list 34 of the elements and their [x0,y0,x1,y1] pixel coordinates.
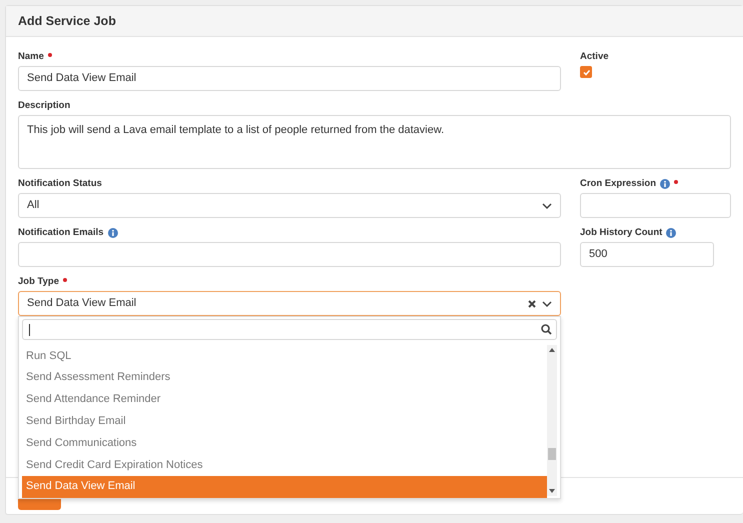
field-label: Description [18,98,70,113]
active-checkbox[interactable] [580,66,592,78]
check-icon [582,68,590,76]
description-field[interactable]: This job will send a Lava email template to a list of people returned from the dataview. [18,115,731,169]
dropdown-option[interactable]: Send Assessment Reminders [22,366,547,389]
name-field[interactable]: Send Data View Email [18,66,561,91]
dropdown-option[interactable]: Send Attendance Reminder [22,388,547,410]
scrollbar[interactable] [547,345,557,496]
field-label: Notification Emails [18,226,104,240]
search-icon [541,324,552,335]
status-select[interactable]: All [18,193,561,218]
card-title: Add Service Job [18,12,116,30]
scroll-up-icon [549,348,555,352]
chevron-icon [542,300,552,308]
cron-field[interactable] [580,193,731,218]
field-label: Name [18,50,44,64]
field-label: Active [580,50,609,64]
dropdown-option[interactable]: Send Birthday Email [22,410,547,432]
field-label: Job Type [18,274,59,289]
job-type-select[interactable]: Send Data View Email [18,291,561,316]
field-label: Notification Status [18,176,102,191]
field-label: Cron Expression [580,176,656,191]
dropdown-search-field[interactable] [22,319,557,340]
dropdown-option[interactable]: Send Data View Email [22,476,547,498]
dropdown-option[interactable]: Send Communications [22,432,547,454]
dropdown-option[interactable]: Send Credit Card Expiration Notices [22,454,547,476]
field-label: Job History Count [580,226,662,240]
history-count-field[interactable]: 500 [580,242,714,267]
scrollbar-thumb[interactable] [548,448,556,460]
chevron-icon [542,202,552,210]
clear-icon [528,300,536,308]
scroll-down-icon [549,489,555,493]
dropdown-option[interactable]: Run SQL [22,345,547,367]
emails-field[interactable] [18,242,561,267]
